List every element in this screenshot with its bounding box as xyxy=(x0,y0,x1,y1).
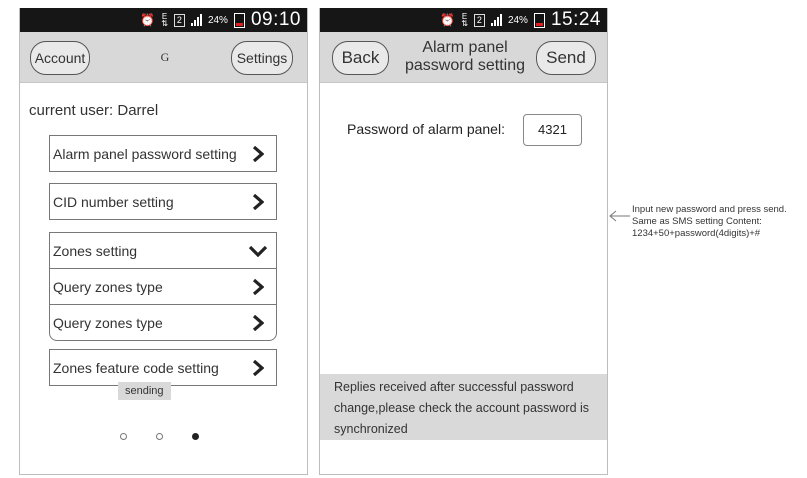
app-title: G xyxy=(160,49,170,64)
chevron-right-icon xyxy=(249,193,267,211)
password-input[interactable]: 4321 xyxy=(523,114,582,146)
title-bar: Back Alarm panel password setting Send xyxy=(320,32,607,83)
send-button[interactable]: Send xyxy=(536,41,596,75)
battery-icon xyxy=(233,12,245,28)
current-user-label: current user: Darrel xyxy=(29,102,159,119)
menu-query-zones-type[interactable]: Query zones type xyxy=(50,268,276,304)
menu-zones-feature-code[interactable]: Zones feature code setting xyxy=(49,349,277,386)
network-type-icon: E ⇅ xyxy=(161,12,168,28)
menu-row[interactable]: CID number setting xyxy=(50,184,276,219)
chevron-right-icon xyxy=(249,145,267,163)
page-title-line2: password setting xyxy=(404,57,526,74)
chevron-down-icon xyxy=(249,242,267,260)
menu-zones-setting[interactable]: Zones setting xyxy=(50,233,276,268)
page-indicator xyxy=(120,433,199,440)
menu-cid-number[interactable]: CID number setting xyxy=(49,183,277,220)
reply-message: Replies received after successful passwo… xyxy=(320,374,607,440)
battery-icon xyxy=(533,12,545,28)
network-type-icon: E ⇅ xyxy=(461,12,468,28)
menu-label: CID number setting xyxy=(53,193,174,210)
status-time: 15:24 xyxy=(550,9,601,30)
status-bar: ⏰ E ⇅ 2 24% 15:24 xyxy=(320,8,607,32)
menu-label: Zones setting xyxy=(53,242,138,259)
annotation-line-2: Same as SMS setting Content: xyxy=(632,216,762,227)
page-dot-2[interactable] xyxy=(156,433,163,440)
annotation-line-3: 1234+50+password(4digits)+# xyxy=(632,228,761,239)
password-label: Password of alarm panel: xyxy=(347,121,505,137)
signal-icon xyxy=(490,14,502,26)
chevron-right-icon xyxy=(249,278,267,296)
menu-label: Alarm panel password setting xyxy=(53,145,237,162)
menu-label: Zones feature code setting xyxy=(53,359,219,376)
page-title-line1: Alarm panel xyxy=(422,39,508,56)
alarm-clock-icon: ⏰ xyxy=(140,13,156,27)
settings-button[interactable]: Settings xyxy=(231,41,293,75)
menu-zones-group: Zones setting Query zones type Query zon… xyxy=(49,232,277,341)
phone-screen-password: ⏰ E ⇅ 2 24% 15:24 Back Alarm panel passwor… xyxy=(319,8,608,475)
title-bar: Account G Settings xyxy=(20,32,307,83)
annotation-note: Input new password and press send. Same … xyxy=(632,204,804,240)
battery-percent: 24% xyxy=(207,14,228,26)
phone-screen-main: ⏰ E ⇅ 2 24% 09:10 Account G Settings curr… xyxy=(19,8,308,475)
battery-percent: 24% xyxy=(507,14,528,26)
chevron-right-icon xyxy=(249,314,267,332)
sim-icon: 2 xyxy=(173,13,185,27)
signal-icon xyxy=(190,14,202,26)
page-dot-3-active[interactable] xyxy=(192,433,199,440)
menu-label: Query zones type xyxy=(53,278,163,295)
menu-row[interactable]: Alarm panel password setting xyxy=(50,136,276,171)
menu-alarm-password[interactable]: Alarm panel password setting xyxy=(49,135,277,172)
sim-icon: 2 xyxy=(473,13,485,27)
menu-query-zones-type-2[interactable]: Query zones type xyxy=(50,304,276,340)
chevron-right-icon xyxy=(249,359,267,377)
menu-label: Query zones type xyxy=(53,314,163,331)
annotation-arrow-icon xyxy=(609,210,630,222)
account-button[interactable]: Account xyxy=(30,41,90,75)
menu-row[interactable]: Zones feature code setting xyxy=(50,350,276,385)
status-bar: ⏰ E ⇅ 2 24% 09:10 xyxy=(20,8,307,32)
back-button[interactable]: Back xyxy=(332,41,389,75)
annotation-line-1: Input new password and press send. xyxy=(632,204,787,215)
page-dot-1[interactable] xyxy=(120,433,127,440)
alarm-clock-icon: ⏰ xyxy=(440,13,456,27)
status-time: 09:10 xyxy=(250,9,301,30)
sending-toast: sending xyxy=(118,382,171,400)
page-title: Alarm panel password setting xyxy=(392,32,538,82)
